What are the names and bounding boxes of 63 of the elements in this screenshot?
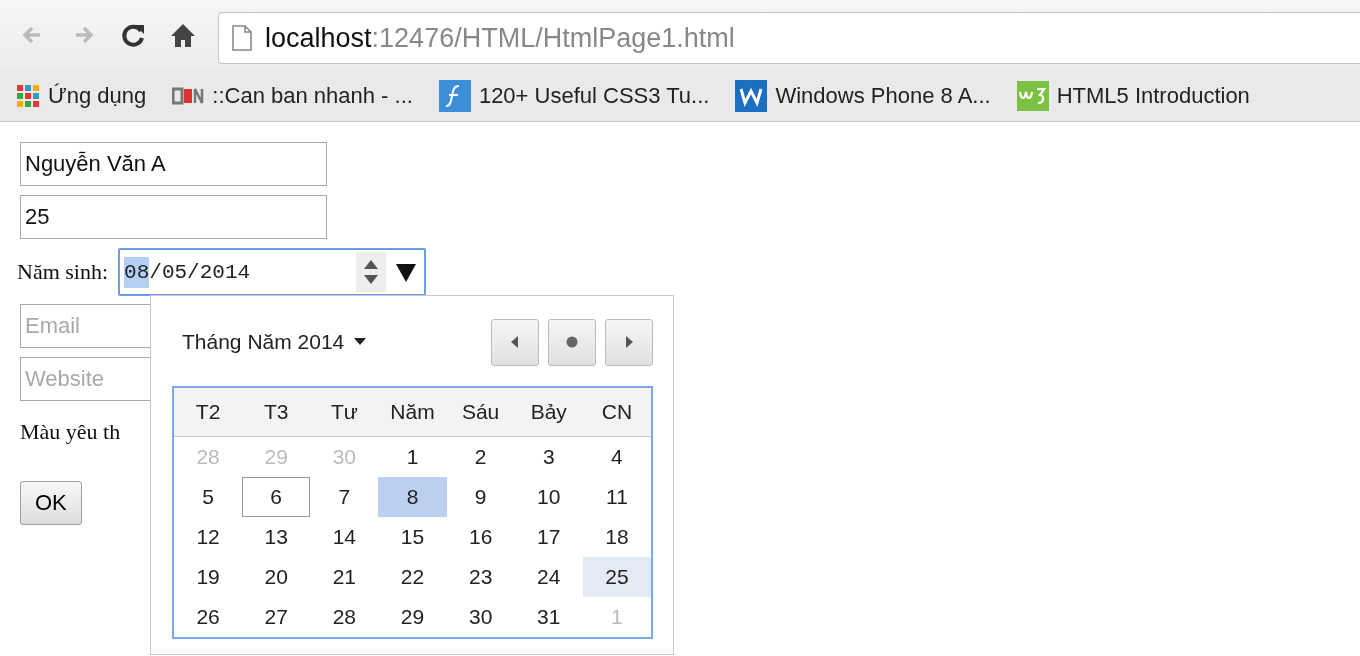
left-triangle-icon [511, 336, 519, 348]
weekday-header: Tư [329, 400, 359, 424]
right-triangle-icon [625, 336, 633, 348]
w3-logo-icon [1016, 80, 1049, 111]
calendar-day[interactable]: 12 [174, 517, 243, 557]
site-logo-icon [172, 85, 205, 106]
bookmark-link[interactable]: Ứng dụng [16, 82, 147, 109]
calendar-day[interactable]: 26 [174, 597, 243, 637]
calendar-day[interactable]: 25 [582, 557, 651, 597]
calendar-day[interactable]: 23 [446, 557, 515, 597]
caret-icon [354, 338, 367, 346]
calendar-day[interactable]: 2 [446, 437, 515, 477]
calendar-day[interactable]: 15 [378, 517, 447, 557]
calendar-day[interactable]: 13 [242, 517, 311, 557]
calendar-day[interactable]: 17 [514, 517, 583, 557]
calendar-day[interactable]: 4 [582, 437, 651, 477]
weekday-header: Sáu [460, 400, 501, 424]
calendar-day[interactable]: 29 [378, 597, 447, 637]
bookmark-link[interactable]: Windows Phone 8 A... [735, 79, 991, 112]
calendar-day[interactable]: 9 [446, 477, 515, 517]
birth-year-label: Năm sinh: [17, 259, 109, 285]
spinner-icon[interactable] [356, 252, 387, 292]
calendar-day[interactable]: 14 [310, 517, 379, 557]
url-text: localhost:12476/HTML/HtmlPage1.html [265, 22, 735, 54]
weekday-header: Năm [389, 400, 436, 424]
apps-grid-icon [16, 83, 40, 108]
calendar-day[interactable]: 1 [378, 437, 447, 477]
calendar-day[interactable]: 8 [378, 477, 447, 517]
calendar-day[interactable]: 10 [514, 477, 583, 517]
color-label: Màu yêu th [20, 419, 122, 445]
bookmark-link[interactable]: 120+ Useful CSS3 Tu... [438, 79, 710, 112]
name-field[interactable]: Nguyễn Văn A [20, 142, 327, 186]
weekday-header: T2 [194, 400, 222, 424]
calendar-day[interactable]: 3 [514, 437, 583, 477]
calendar-day[interactable]: 6 [242, 477, 311, 517]
weekday-header: Bảy [529, 400, 568, 424]
weekday-header: T3 [262, 400, 290, 424]
calendar-day[interactable]: 27 [242, 597, 311, 637]
calendar-day[interactable]: 22 [378, 557, 447, 597]
word-w-icon [735, 79, 768, 112]
age-field[interactable]: 25 [20, 195, 327, 239]
calendar-day[interactable]: 21 [310, 557, 379, 597]
calendar-day[interactable]: 7 [310, 477, 379, 517]
calendar-day[interactable]: 5 [174, 477, 243, 517]
dot-icon [566, 336, 578, 348]
weekday-header: CN [600, 400, 634, 424]
script-f-icon [438, 79, 471, 112]
calendar-day[interactable]: 19 [174, 557, 243, 597]
today-button[interactable] [548, 318, 596, 366]
address-bar[interactable]: localhost:12476/HTML/HtmlPage1.html [218, 12, 1360, 64]
calendar-day[interactable]: 31 [514, 597, 583, 637]
calendar-day[interactable]: 20 [242, 557, 311, 597]
calendar-day[interactable]: 18 [582, 517, 651, 557]
month-selector[interactable]: Tháng Năm 2014 [172, 330, 377, 354]
calendar-day[interactable]: 28 [310, 597, 379, 637]
bookmark-link[interactable]: ::Can ban nhanh - ... [172, 82, 413, 109]
page-icon [231, 24, 253, 52]
calendar-day[interactable]: 30 [446, 597, 515, 637]
calendar-day[interactable]: 16 [446, 517, 515, 557]
calendar-day[interactable]: 24 [514, 557, 583, 597]
ok-button[interactable]: OK [20, 481, 82, 525]
bookmark-link[interactable]: HTML5 Introduction [1016, 80, 1250, 111]
calendar-day[interactable]: 11 [582, 477, 651, 517]
